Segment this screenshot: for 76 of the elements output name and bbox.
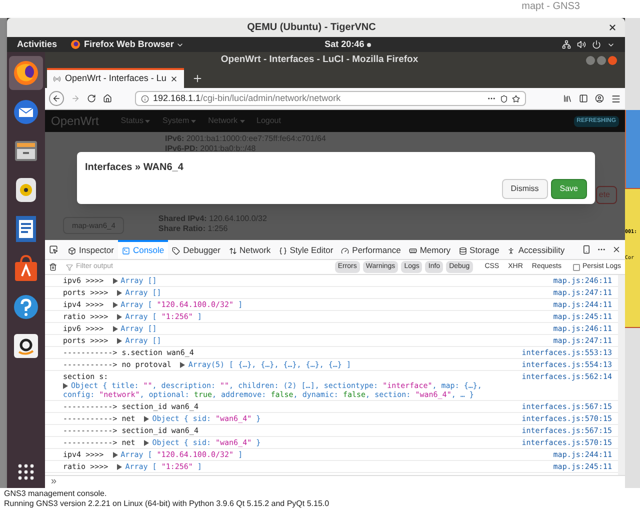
mail-icon: [13, 99, 39, 125]
volume-icon[interactable]: [577, 40, 586, 49]
element-picker-icon[interactable]: [49, 245, 58, 254]
box-icon: [68, 246, 76, 254]
app-grid-icon[interactable]: [18, 464, 34, 480]
modal-title: Interfaces » WAN6_4: [85, 161, 184, 175]
caret-icon: [191, 120, 196, 122]
browser-title: OpenWrt - Interfaces - LuCI - Mozilla Firefox: [220, 52, 420, 67]
database-icon: [458, 246, 467, 254]
radio-waves-icon: [53, 75, 61, 83]
expand-triangle-icon[interactable]: [144, 440, 150, 446]
app-menu[interactable]: Firefox Web Browser: [84, 38, 174, 52]
close-button[interactable]: [608, 56, 617, 64]
drawer-icon: [13, 139, 39, 163]
host-window-title: mapt - GNS3: [522, 2, 580, 12]
sidebar-icon[interactable]: [579, 94, 588, 103]
expand-triangle-icon[interactable]: [144, 416, 150, 422]
close-tab-icon[interactable]: [170, 75, 178, 83]
arrows-icon: [228, 246, 236, 254]
new-tab-icon[interactable]: [192, 73, 204, 84]
shield-icon[interactable]: [500, 94, 508, 102]
save-button[interactable]: Save: [550, 179, 587, 199]
devtools-tab[interactable]: Performance: [337, 240, 405, 259]
firefox-icon: [13, 60, 39, 86]
devtools-tab[interactable]: Style Editor: [274, 240, 338, 259]
devtools-tab[interactable]: Memory: [404, 240, 455, 259]
expand-triangle-icon[interactable]: [180, 362, 186, 368]
reload-icon[interactable]: [87, 94, 96, 103]
console-prompt: »: [51, 477, 57, 487]
devtools-tab[interactable]: Accessibility: [503, 240, 569, 259]
power-icon[interactable]: [592, 40, 601, 49]
devtools-tab[interactable]: Storage: [454, 240, 504, 259]
star-icon[interactable]: [512, 94, 520, 102]
clock[interactable]: Sat 20:46: [324, 38, 364, 52]
console-line: Running GNS3 version 2.2.21 on Linux (64-bit) with Python 3.9.6 Qt 5.15.2 and PyQt 5.15.0: [4, 499, 330, 509]
activities-button[interactable]: Activities: [17, 38, 58, 52]
menu-icon[interactable]: [611, 94, 621, 104]
caret-icon: [145, 120, 150, 122]
account-icon[interactable]: [595, 94, 604, 103]
document-icon: [14, 215, 38, 243]
network-icon[interactable]: [562, 40, 571, 49]
firefox-icon: [71, 40, 80, 49]
maximize-button[interactable]: [597, 56, 606, 64]
help-icon: [13, 294, 39, 320]
console-line: GNS3 management console.: [4, 489, 108, 499]
trash-icon[interactable]: [49, 263, 57, 271]
devtools-tab[interactable]: Console: [118, 240, 168, 259]
checkbox[interactable]: [573, 264, 580, 270]
tag-icon: [172, 246, 180, 254]
shopping-bag-icon: [13, 254, 39, 282]
library-icon[interactable]: [563, 94, 572, 103]
dismiss-button[interactable]: Dismiss: [502, 179, 548, 199]
close-icon[interactable]: [612, 245, 621, 254]
person-icon: [507, 246, 516, 254]
vnc-window-title: QEMU (Ubuntu) - TigerVNC: [246, 21, 377, 35]
responsive-mode-icon[interactable]: [582, 245, 591, 254]
devtools-tab[interactable]: Network: [224, 240, 275, 259]
browser-tab[interactable]: OpenWrt - Interfaces - Lu: [47, 68, 184, 88]
home-icon[interactable]: [103, 94, 112, 103]
caret-icon: [240, 120, 244, 122]
devtools-tab[interactable]: Debugger: [168, 240, 224, 259]
minimize-button[interactable]: [586, 56, 595, 64]
back-arrow-icon: [52, 94, 61, 103]
filter-icon: [66, 264, 73, 270]
shop-icon: [13, 333, 39, 359]
close-icon[interactable]: [608, 23, 617, 32]
url-field[interactable]: 192.168.1.1/cgi-bin/luci/admin/network/network: [135, 91, 526, 106]
braces-icon: [278, 246, 287, 254]
speaker-icon: [14, 177, 38, 203]
terminal-icon: [122, 246, 130, 254]
info-icon: [141, 94, 149, 102]
memory-chip-icon: [408, 246, 417, 254]
gauge-icon: [341, 246, 350, 254]
devtools-tab[interactable]: Inspector: [64, 240, 118, 259]
expand-triangle-icon[interactable]: [63, 382, 68, 389]
back-button[interactable]: [49, 91, 64, 106]
